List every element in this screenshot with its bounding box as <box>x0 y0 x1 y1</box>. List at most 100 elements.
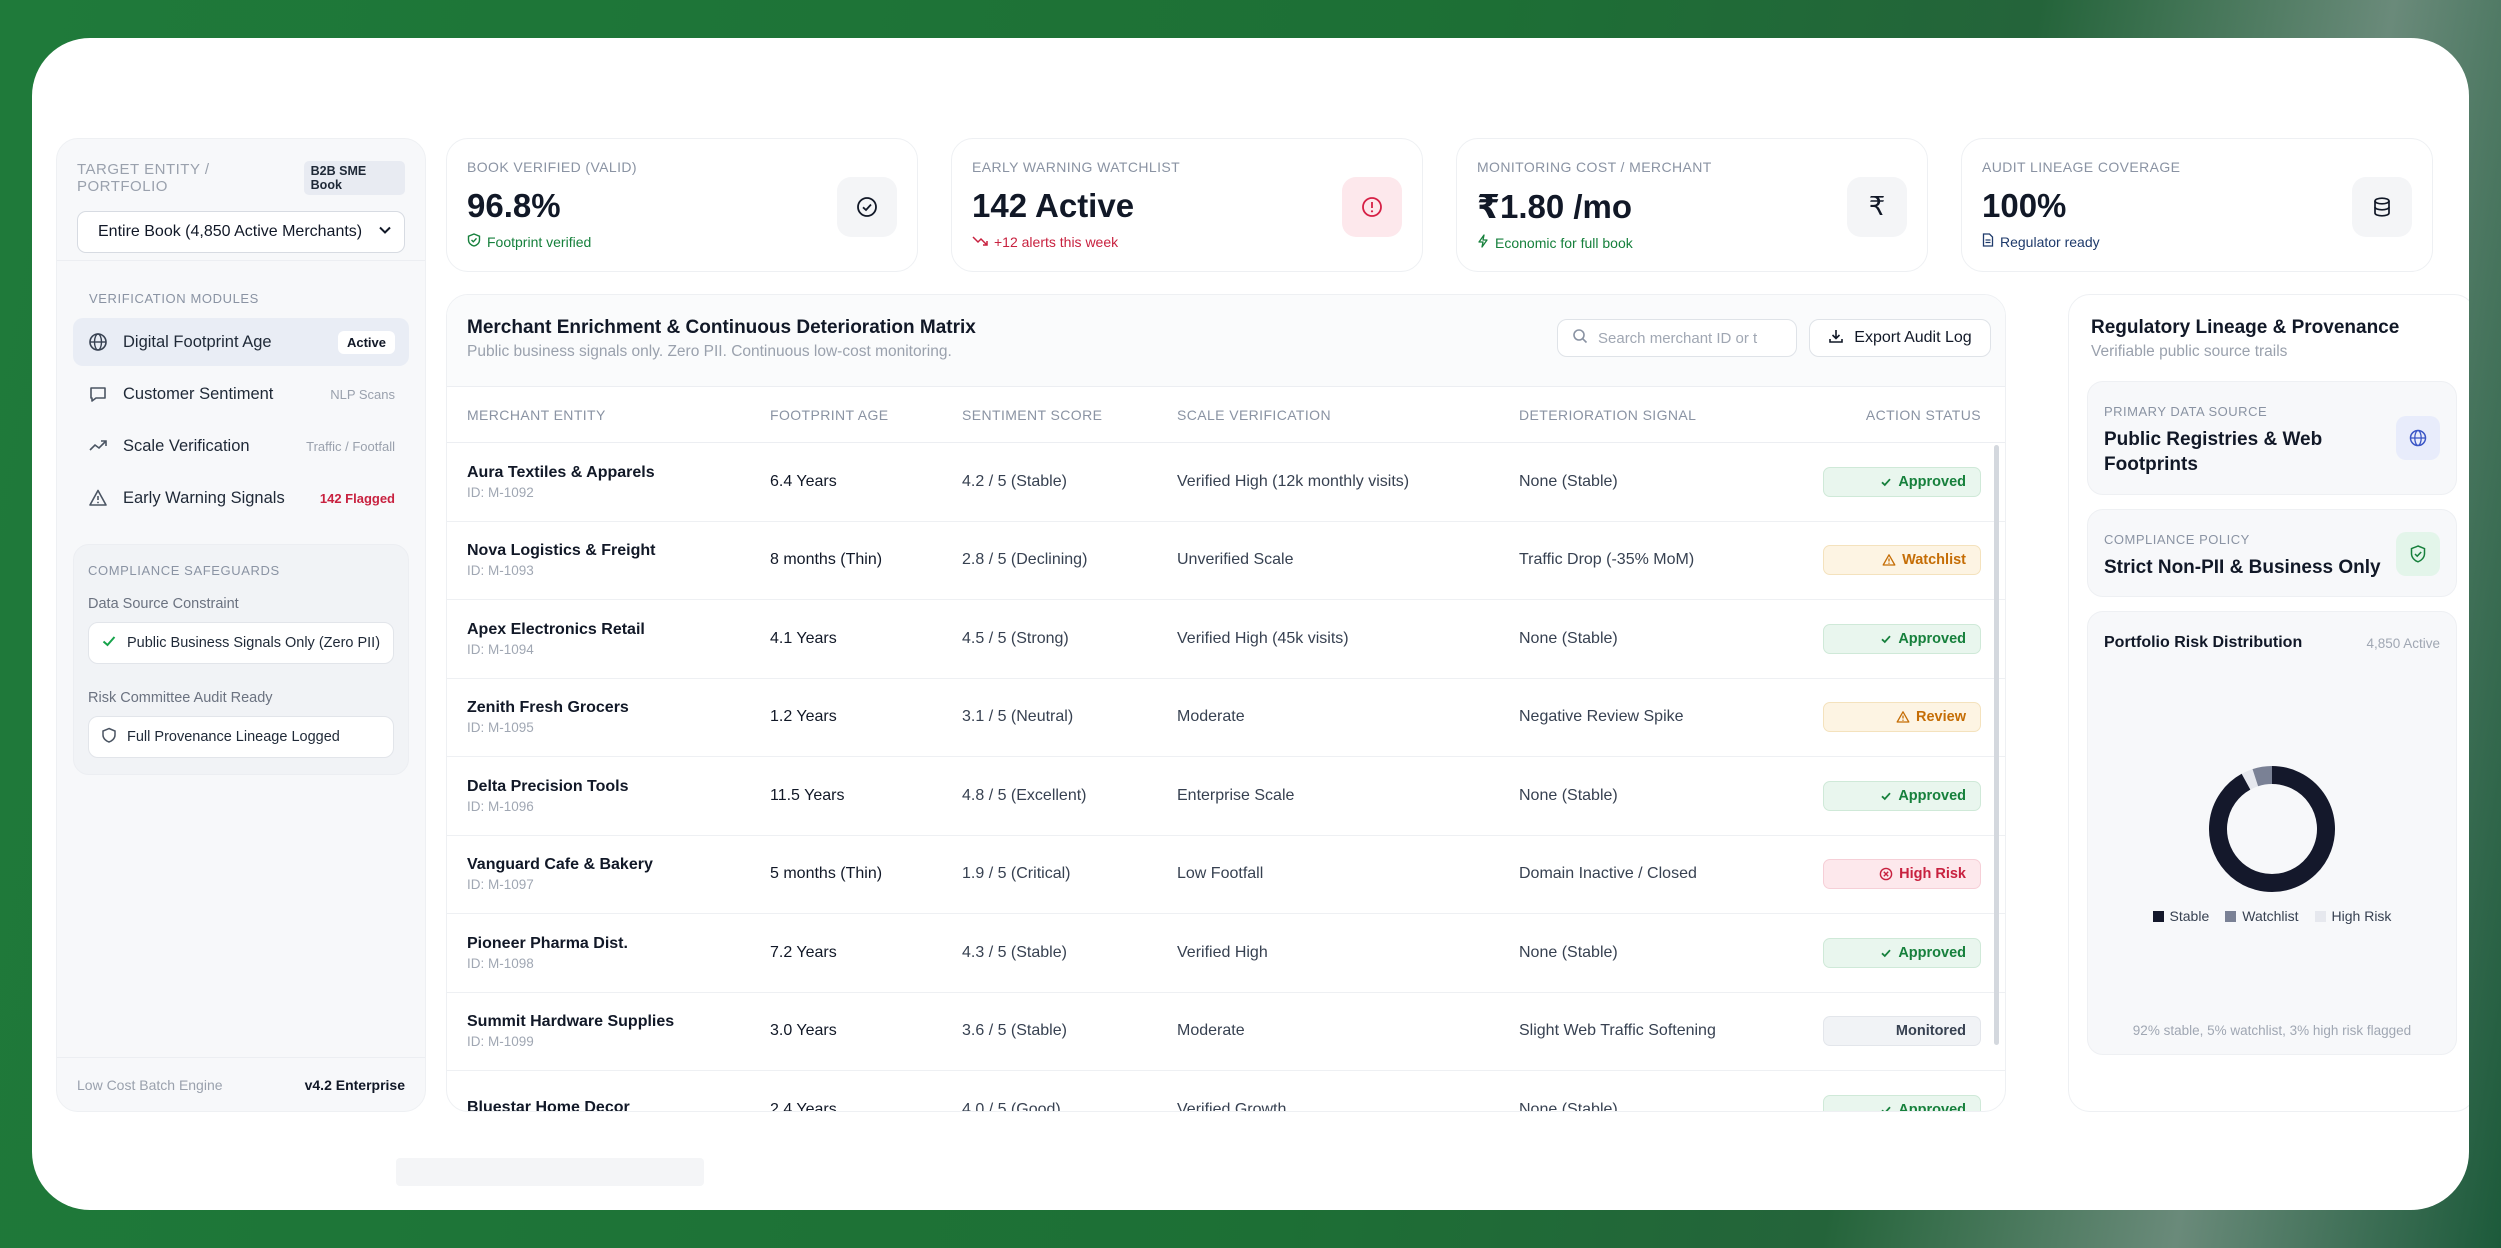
safeguard-value: Public Business Signals Only (Zero PII) <box>127 635 381 651</box>
chevron-down-icon <box>378 223 392 242</box>
module-early-warning[interactable]: Early Warning Signals 142 Flagged <box>73 474 409 522</box>
status-badge[interactable]: Watchlist <box>1823 545 1981 576</box>
export-audit-log-button[interactable]: Export Audit Log <box>1809 319 1991 357</box>
status-badge[interactable]: Approved <box>1823 623 1981 654</box>
table-row[interactable]: Delta Precision Tools ID: M-1096 11.5 Ye… <box>447 757 2005 836</box>
table-row[interactable]: Pioneer Pharma Dist. ID: M-1098 7.2 Year… <box>447 914 2005 993</box>
table-row[interactable]: Zenith Fresh Grocers ID: M-1095 1.2 Year… <box>447 679 2005 757</box>
merchant-cell: Apex Electronics Retail ID: M-1094 <box>467 621 645 657</box>
scale-verification: Low Footfall <box>1177 865 1264 883</box>
globe-icon <box>87 331 109 353</box>
legend-item-watchlist: Watchlist <box>2225 908 2299 924</box>
alert-circle-icon <box>1342 177 1402 237</box>
primary-source-card: PRIMARY DATA SOURCE Public Registries & … <box>2087 381 2457 495</box>
status-badge[interactable]: Approved <box>1823 1094 1981 1111</box>
legend-item-high-risk: High Risk <box>2314 908 2391 924</box>
status-label: Approved <box>1898 473 1966 490</box>
status-badge[interactable]: Monitored <box>1823 1016 1981 1047</box>
slice-stable <box>2209 766 2335 892</box>
scale-verification: Verified High (12k monthly visits) <box>1177 472 1410 490</box>
warning-icon <box>1882 553 1896 567</box>
legend-swatch <box>2152 910 2164 922</box>
portfolio-badge: B2B SME Book <box>303 161 405 195</box>
check-icon <box>1880 790 1892 802</box>
status-badge[interactable]: Approved <box>1823 780 1981 811</box>
matrix-header: Merchant Enrichment & Continuous Deterio… <box>447 295 2005 387</box>
chart-legend: Stable Watchlist High Risk <box>2104 908 2440 924</box>
column-header[interactable]: FOOTPRINT AGE <box>770 407 889 423</box>
table-row[interactable]: Aura Textiles & Apparels ID: M-1092 6.4 … <box>447 443 2005 522</box>
card-label: PRIMARY DATA SOURCE <box>2104 404 2268 419</box>
table-row[interactable]: Nova Logistics & Freight ID: M-1093 8 mo… <box>447 522 2005 600</box>
rupee-icon: ₹ <box>1847 177 1907 237</box>
column-header[interactable]: DETERIORATION SIGNAL <box>1519 407 1696 423</box>
status-label: Watchlist <box>1902 552 1966 569</box>
kpi-sub-text: Regulator ready <box>2000 233 2100 250</box>
footprint-age: 3.0 Years <box>770 1022 837 1040</box>
footprint-age: 2.4 Years <box>770 1100 837 1112</box>
warning-icon <box>87 487 109 509</box>
table-scrollbar[interactable] <box>1994 445 1999 1045</box>
check-icon <box>1880 947 1892 959</box>
scale-verification: Enterprise Scale <box>1177 786 1295 804</box>
kpi-value: 142 Active <box>972 187 1135 224</box>
sidebar: TARGET ENTITY / PORTFOLIO B2B SME Book E… <box>56 138 426 1112</box>
search-placeholder: Search merchant ID or t <box>1598 329 1758 347</box>
distribution-count: 4,850 Active <box>2366 635 2440 651</box>
message-icon <box>87 383 109 405</box>
target-label: TARGET ENTITY / PORTFOLIO <box>77 161 210 195</box>
sentiment-score: 4.3 / 5 (Stable) <box>962 943 1067 961</box>
compliance-safeguards: COMPLIANCE SAFEGUARDS Data Source Constr… <box>73 544 409 775</box>
column-header[interactable]: MERCHANT ENTITY <box>467 407 606 423</box>
kpi-value: 96.8% <box>467 187 561 224</box>
status-badge[interactable]: Review <box>1823 702 1981 733</box>
status-badge[interactable]: High Risk <box>1823 859 1981 890</box>
column-header[interactable]: SENTIMENT SCORE <box>962 407 1102 423</box>
deterioration-signal: None (Stable) <box>1519 786 1618 804</box>
sentiment-score: 4.8 / 5 (Excellent) <box>962 786 1087 804</box>
legend-swatch <box>2225 910 2237 922</box>
risk-donut-chart <box>2209 766 2335 892</box>
merchant-name: Pioneer Pharma Dist. <box>467 934 628 952</box>
merchant-cell: Zenith Fresh Grocers ID: M-1095 <box>467 699 629 735</box>
status-badge[interactable]: Approved <box>1823 937 1981 968</box>
module-digital-footprint[interactable]: Digital Footprint Age Active <box>73 318 409 366</box>
portfolio-select[interactable]: Entire Book (4,850 Active Merchants) <box>77 211 405 253</box>
card-label: COMPLIANCE POLICY <box>2104 532 2250 547</box>
merchant-id: ID: M-1099 <box>467 1034 534 1050</box>
safeguard-label: Risk Committee Audit Ready <box>88 690 273 706</box>
kpi-sub-text: Economic for full book <box>1495 234 1633 251</box>
module-scale-verification[interactable]: Scale Verification Traffic / Footfall <box>73 422 409 470</box>
bolt-icon <box>1477 234 1489 251</box>
merchant-cell: Summit Hardware Supplies ID: M-1099 <box>467 1013 674 1049</box>
column-header[interactable]: ACTION STATUS <box>1866 407 1981 423</box>
module-label: Digital Footprint Age <box>123 332 272 351</box>
module-customer-sentiment[interactable]: Customer Sentiment NLP Scans <box>73 370 409 418</box>
kpi-sub-text: +12 alerts this week <box>994 233 1119 250</box>
footprint-age: 6.4 Years <box>770 472 837 490</box>
version-label: v4.2 Enterprise <box>304 1076 405 1093</box>
distribution-note: 92% stable, 5% watchlist, 3% high risk f… <box>2132 1023 2412 1038</box>
merchant-cell: Vanguard Cafe & Bakery ID: M-1097 <box>467 856 653 892</box>
search-input[interactable]: Search merchant ID or t <box>1557 319 1797 357</box>
legend-label: Stable <box>2169 908 2210 924</box>
status-badge[interactable]: Approved <box>1823 466 1981 497</box>
table-row[interactable]: Vanguard Cafe & Bakery ID: M-1097 5 mont… <box>447 836 2005 914</box>
merchant-id: ID: M-1093 <box>467 563 534 579</box>
merchant-id: ID: M-1092 <box>467 484 534 500</box>
scale-verification: Verified High <box>1177 943 1268 961</box>
safeguard-label: Data Source Constraint <box>88 596 239 612</box>
kpi-sub: Footprint verified <box>467 233 897 250</box>
deterioration-signal: Slight Web Traffic Softening <box>1519 1022 1716 1040</box>
status-label: Monitored <box>1895 1023 1966 1040</box>
shield-icon <box>101 727 117 747</box>
download-icon <box>1828 328 1844 349</box>
shield-check-icon <box>2396 532 2440 576</box>
table-row[interactable]: Summit Hardware Supplies ID: M-1099 3.0 … <box>447 993 2005 1071</box>
merchant-id: ID: M-1094 <box>467 641 534 657</box>
column-header[interactable]: SCALE VERIFICATION <box>1177 407 1331 423</box>
deterioration-signal: None (Stable) <box>1519 629 1618 647</box>
kpi-sub: Regulator ready <box>1982 233 2412 250</box>
table-row[interactable]: Apex Electronics Retail ID: M-1094 4.1 Y… <box>447 600 2005 679</box>
table-row[interactable]: Bluestar Home Decor 2.4 Years 4.0 / 5 (G… <box>447 1071 2005 1112</box>
